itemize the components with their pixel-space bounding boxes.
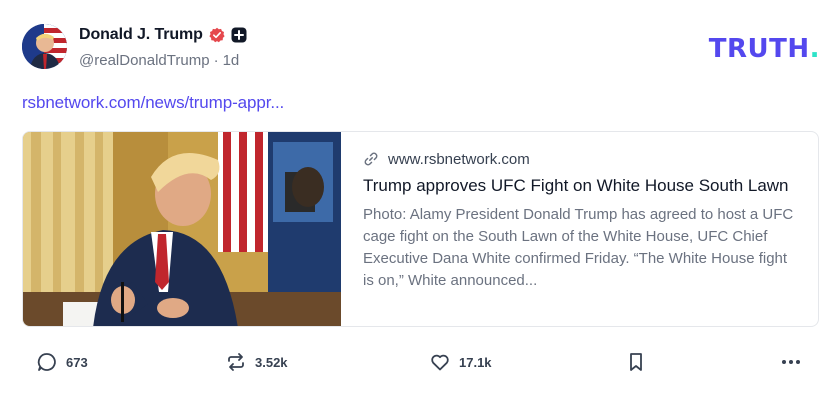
bookmark-button[interactable] [625, 348, 647, 376]
like-button[interactable]: 17.1k [429, 348, 492, 376]
retruth-button[interactable]: 3.52k [225, 348, 288, 376]
post-timestamp[interactable]: 1d [223, 52, 240, 69]
truth-logo[interactable]: TRUTH. [709, 34, 820, 64]
article-photo [23, 132, 341, 326]
post-actions: 673 3.52k 17.1k [22, 348, 820, 376]
display-name[interactable]: Donald J. Trump [79, 26, 203, 44]
link-icon [363, 151, 379, 167]
more-options-button[interactable] [780, 348, 802, 376]
like-count: 17.1k [459, 354, 492, 370]
verified-badge-icon [209, 27, 225, 43]
heart-icon [429, 351, 451, 373]
logo-dot: . [809, 34, 820, 64]
logo-text: TRUTH [708, 34, 810, 64]
more-icon [780, 351, 802, 373]
bookmark-icon [625, 351, 647, 373]
card-description: Photo: Alamy President Donald Trump has … [363, 206, 794, 289]
link-preview-card[interactable]: www.rsbnetwork.com Trump approves UFC Fi… [22, 131, 819, 327]
reply-count: 673 [66, 354, 88, 370]
retruth-count: 3.52k [255, 354, 288, 370]
card-domain: www.rsbnetwork.com [388, 150, 530, 168]
post-header: Donald J. Trump @realDonaldTrump · 1d TR… [22, 24, 820, 74]
card-body: www.rsbnetwork.com Trump approves UFC Fi… [341, 132, 818, 326]
card-title[interactable]: Trump approves UFC Fight on White House … [363, 175, 796, 197]
user-handle[interactable]: @realDonaldTrump [79, 52, 210, 69]
reply-button[interactable]: 673 [36, 348, 88, 376]
avatar[interactable] [22, 24, 67, 69]
plus-badge-icon [231, 27, 247, 43]
post-link[interactable]: rsbnetwork.com/news/trump-appr... [22, 93, 284, 113]
retruth-icon [225, 351, 247, 373]
comment-icon [36, 351, 58, 373]
separator-dot: · [213, 52, 219, 69]
